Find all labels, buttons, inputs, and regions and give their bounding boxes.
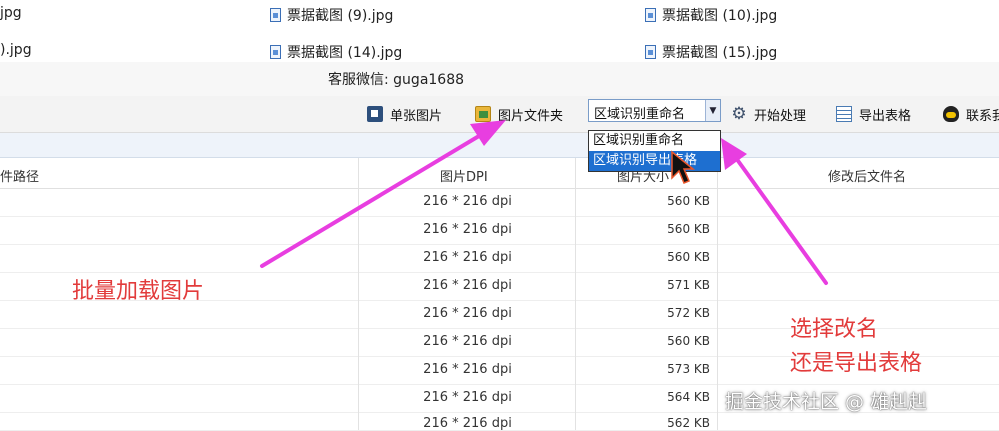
file-item[interactable]: 票据截图 (15).jpg <box>645 42 777 62</box>
file-name: jpg <box>0 5 22 21</box>
qq-icon <box>943 106 959 122</box>
dpi-cell: 216 * 216 dpi <box>423 416 512 431</box>
image-file-icon <box>270 45 281 59</box>
single-image-button[interactable]: 单张图片 <box>367 104 442 124</box>
export-table-button[interactable]: 导出表格 <box>836 104 911 124</box>
contact-us-button[interactable]: 联系我 <box>943 104 999 124</box>
watermark: 掘金技术社区 @ 雄赳赳 <box>725 391 928 413</box>
info-strip <box>0 133 999 158</box>
size-cell: 560 KB <box>667 194 710 208</box>
start-processing-label: 开始处理 <box>754 108 807 124</box>
image-folder-button[interactable]: 图片文件夹 <box>475 104 563 124</box>
dpi-cell: 216 * 216 dpi <box>423 278 512 293</box>
dpi-cell: 216 * 216 dpi <box>423 362 512 377</box>
size-cell: 560 KB <box>667 250 710 264</box>
mouse-cursor-icon <box>671 150 696 184</box>
annotation-or-export: 还是导出表格 <box>790 351 923 376</box>
option-region-export-table[interactable]: 区域识别导出表格 <box>589 151 720 171</box>
single-image-label: 单张图片 <box>390 108 443 124</box>
folder-icon <box>475 106 491 122</box>
file-name: 票据截图 (9).jpg <box>287 8 394 24</box>
toolbar: 单张图片 图片文件夹 ⚙ 开始处理 导出表格 联系我 <box>0 96 999 133</box>
column-header-new-name[interactable]: 修改后文件名 <box>828 166 906 185</box>
file-item[interactable]: ).jpg <box>0 42 32 58</box>
option-region-rename[interactable]: 区域识别重命名 <box>589 131 720 151</box>
annotation-batch-load: 批量加载图片 <box>72 279 205 304</box>
image-folder-label: 图片文件夹 <box>498 108 564 124</box>
size-cell: 571 KB <box>667 278 710 292</box>
dpi-cell: 216 * 216 dpi <box>423 306 512 321</box>
size-cell: 560 KB <box>667 222 710 236</box>
file-name: 票据截图 (14).jpg <box>287 45 403 61</box>
chevron-down-icon[interactable]: ▼ <box>705 100 720 121</box>
dpi-cell: 216 * 216 dpi <box>423 334 512 349</box>
dpi-cell: 216 * 216 dpi <box>423 250 512 265</box>
image-file-icon <box>270 8 281 22</box>
image-file-icon <box>645 8 656 22</box>
table-row[interactable]: 216 * 216 dpi 560 KB <box>0 244 999 273</box>
size-cell: 573 KB <box>667 362 710 376</box>
column-header-path[interactable]: 件路径 <box>0 166 39 185</box>
column-header-dpi[interactable]: 图片DPI <box>440 166 488 185</box>
table-row[interactable]: 216 * 216 dpi 560 KB <box>0 188 999 217</box>
dpi-cell: 216 * 216 dpi <box>423 390 512 405</box>
dpi-cell: 216 * 216 dpi <box>423 194 512 209</box>
size-cell: 572 KB <box>667 306 710 320</box>
file-name: 票据截图 (15).jpg <box>662 45 778 61</box>
column-divider <box>717 158 718 430</box>
mode-dropdown-list: 区域识别重命名 区域识别导出表格 <box>588 130 721 172</box>
size-cell: 560 KB <box>667 334 710 348</box>
mode-select-value: 区域识别重命名 <box>594 107 686 122</box>
dpi-cell: 216 * 216 dpi <box>423 222 512 237</box>
size-cell: 564 KB <box>667 390 710 404</box>
contact-text: 客服微信: guga1688 <box>328 72 465 88</box>
column-divider <box>575 158 576 430</box>
export-table-label: 导出表格 <box>859 108 912 124</box>
mode-select[interactable]: 区域识别重命名 ▼ <box>588 99 721 122</box>
file-item[interactable]: 票据截图 (14).jpg <box>270 42 402 62</box>
file-list: jpg 票据截图 (9).jpg 票据截图 (10).jpg ).jpg 票据截… <box>0 0 999 62</box>
file-item[interactable]: jpg <box>0 5 22 21</box>
annotation-choose-rename: 选择改名 <box>790 317 879 342</box>
table-header: 件路径 图片DPI 图片大小 修改后文件名 <box>0 158 999 189</box>
column-divider <box>358 158 359 430</box>
start-processing-button[interactable]: ⚙ 开始处理 <box>731 104 806 124</box>
file-name: ).jpg <box>0 42 32 58</box>
table-row[interactable]: 216 * 216 dpi 560 KB <box>0 216 999 245</box>
contact-bar: 客服微信: guga1688 <box>0 62 999 97</box>
file-item[interactable]: 票据截图 (10).jpg <box>645 5 777 25</box>
image-icon <box>367 106 383 122</box>
contact-us-label: 联系我 <box>966 108 999 124</box>
image-file-icon <box>645 45 656 59</box>
file-item[interactable]: 票据截图 (9).jpg <box>270 5 393 25</box>
file-name: 票据截图 (10).jpg <box>662 8 778 24</box>
size-cell: 562 KB <box>667 416 710 430</box>
table-icon <box>836 106 852 122</box>
gear-icon: ⚙ <box>731 104 747 124</box>
